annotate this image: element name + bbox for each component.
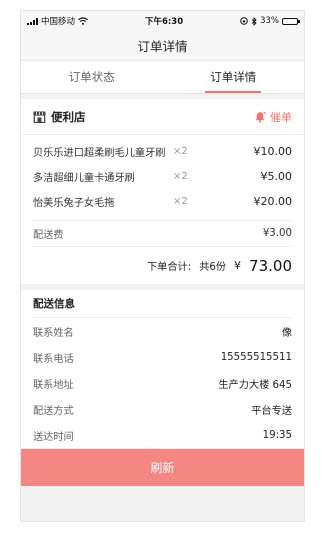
- item-price: ¥20.00: [253, 195, 293, 208]
- list-item: 贝乐乐进口超柔刷毛儿童牙刷 ×2 ¥10.00: [33, 139, 292, 164]
- tab-order-detail[interactable]: 订单详情: [163, 61, 305, 93]
- item-list: 贝乐乐进口超柔刷毛儿童牙刷 ×2 ¥10.00 多洁超细儿童卡通牙刷 ×2 ¥5…: [21, 135, 304, 214]
- urge-label: 催单: [270, 110, 292, 124]
- info-label: 联系姓名: [33, 327, 74, 339]
- item-name: 怡美乐兔子女毛拖: [33, 198, 115, 209]
- list-item: 多洁超细儿童卡通牙刷 ×2 ¥5.00: [33, 164, 292, 189]
- total-currency: ¥: [234, 259, 242, 272]
- urge-button[interactable]: 催单: [254, 109, 292, 125]
- info-label: 联系电话: [33, 353, 74, 365]
- info-value: 19:35: [262, 429, 292, 441]
- item-name: 贝乐乐进口超柔刷毛儿童牙刷: [33, 148, 166, 159]
- store-name: 便利店: [51, 109, 86, 124]
- info-label: 联系地址: [33, 379, 74, 391]
- info-value: 平台专送: [251, 405, 292, 417]
- status-time: 下午6:30: [144, 17, 184, 27]
- nav-bar: 订单详情: [21, 31, 304, 61]
- delivery-fee-value: ¥3.00: [262, 228, 292, 239]
- delivery-fee-label: 配送费: [33, 230, 64, 241]
- signal-icon: [27, 17, 38, 25]
- item-qty: ×2: [173, 171, 188, 182]
- status-bar: 中国移动 下午6:30 33%: [21, 11, 304, 31]
- wifi-icon: [78, 17, 88, 25]
- list-item: 怡美乐兔子女毛拖 ×2 ¥20.00: [33, 189, 292, 214]
- total-amount: 73.00: [249, 256, 292, 275]
- tab-order-status[interactable]: 订单状态: [21, 61, 163, 93]
- tab-bar: 订单状态 订单详情: [21, 61, 304, 94]
- info-row-name: 联系姓名 像: [33, 318, 292, 344]
- info-row-method: 配送方式 平台专送: [33, 396, 292, 422]
- info-label: 送达时间: [33, 431, 74, 443]
- delivery-fee-row: 配送费 ¥3.00: [33, 220, 292, 246]
- item-price: ¥10.00: [253, 145, 293, 158]
- order-total-row: 下单合计: 共6份 ¥ 73.00: [33, 246, 292, 284]
- battery-icon: [281, 17, 300, 25]
- item-qty: ×2: [173, 146, 188, 157]
- info-row-phone: 联系电话 15555515511: [33, 344, 292, 370]
- status-right: 33%: [240, 16, 300, 26]
- info-row-time: 送达时间 19:35: [33, 422, 292, 448]
- phone-screen: 中国移动 下午6:30 33% 订单详情 订单状态 订单详情 便利店 催单 贝乐…: [20, 10, 305, 522]
- info-value: 生产力大楼 645: [218, 379, 292, 391]
- delivery-info-title: 配送信息: [33, 290, 292, 318]
- store-icon: [33, 111, 46, 123]
- item-name: 多洁超细儿童卡通牙刷: [33, 173, 135, 184]
- refresh-button[interactable]: 刷新: [21, 449, 304, 486]
- total-count: 共6份: [199, 262, 227, 273]
- bell-icon: [255, 110, 266, 122]
- store-name-group: 便利店: [33, 109, 86, 125]
- page-title: 订单详情: [137, 39, 188, 54]
- info-value: 像: [281, 327, 292, 339]
- info-row-address: 联系地址 生产力大楼 645: [33, 370, 292, 396]
- bluetooth-icon: [251, 16, 257, 26]
- carrier-label: 中国移动: [41, 17, 76, 27]
- delivery-info-card: 配送信息 联系姓名 像 联系电话 15555515511 联系地址 生产力大楼 …: [21, 290, 304, 448]
- item-price: ¥5.00: [260, 170, 293, 183]
- item-qty: ×2: [173, 196, 188, 207]
- battery-percent: 33%: [260, 16, 279, 26]
- store-card: 便利店 催单 贝乐乐进口超柔刷毛儿童牙刷 ×2 ¥10.00 多洁超细儿童卡通牙…: [21, 99, 304, 284]
- status-left: 中国移动: [27, 15, 88, 27]
- info-value: 15555515511: [220, 351, 292, 363]
- store-header: 便利店 催单: [21, 99, 304, 135]
- orientation-lock-icon: [240, 17, 248, 25]
- total-label: 下单合计:: [147, 262, 192, 273]
- info-label: 配送方式: [33, 405, 74, 417]
